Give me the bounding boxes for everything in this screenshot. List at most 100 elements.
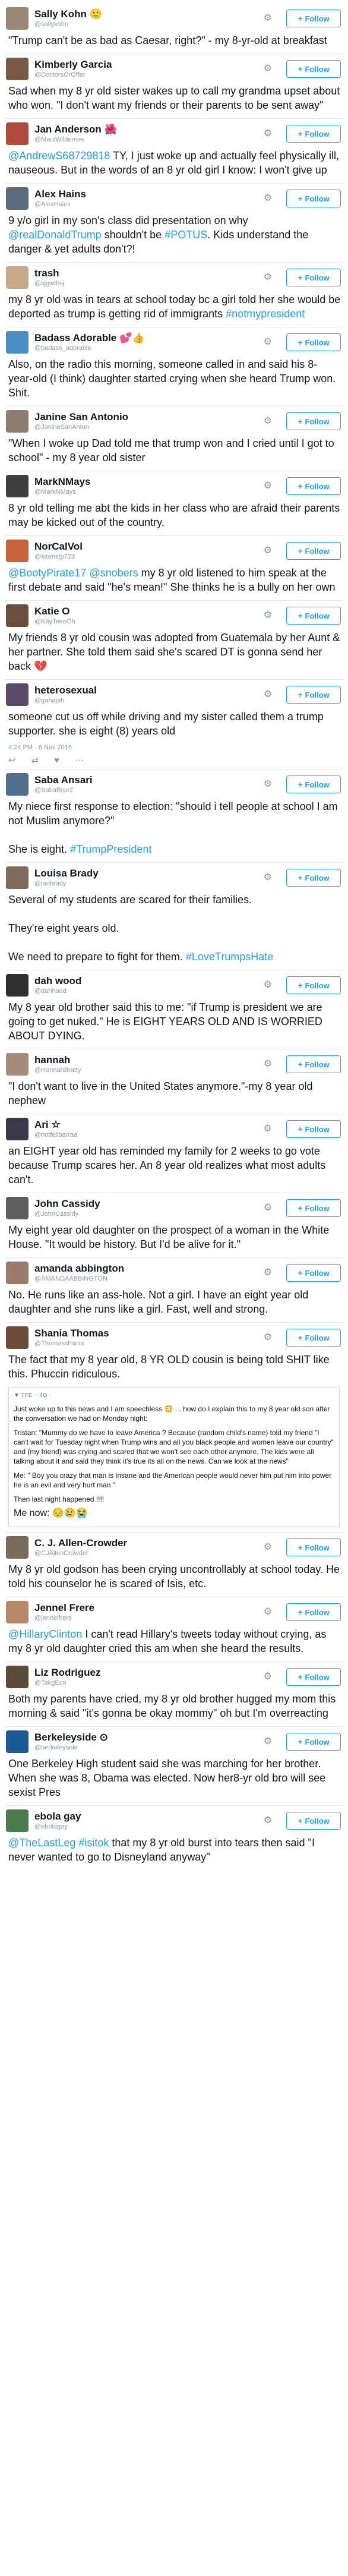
- follow-button[interactable]: + Follow: [286, 1264, 341, 1282]
- avatar[interactable]: [6, 683, 29, 706]
- mention-link[interactable]: @AndrewS68729818: [8, 150, 110, 162]
- avatar[interactable]: [6, 410, 29, 433]
- follow-button[interactable]: + Follow: [286, 976, 341, 994]
- gear-icon[interactable]: ⚙: [264, 1123, 272, 1134]
- avatar[interactable]: [6, 1601, 29, 1623]
- mention-link[interactable]: @TheLastLeg: [8, 1837, 75, 1849]
- mention-link[interactable]: @BootyPirate17: [8, 567, 86, 579]
- avatar[interactable]: [6, 1809, 29, 1832]
- avatar[interactable]: [6, 187, 29, 210]
- follow-button[interactable]: + Follow: [286, 1812, 341, 1830]
- display-name[interactable]: amanda abbington: [34, 1263, 124, 1275]
- gear-icon[interactable]: ⚙: [264, 778, 272, 790]
- follow-button[interactable]: + Follow: [286, 607, 341, 625]
- user-handle[interactable]: @gahajah: [34, 696, 97, 705]
- reply-icon[interactable]: ↩: [8, 755, 16, 765]
- display-name[interactable]: Alex Hains: [34, 188, 86, 200]
- gear-icon[interactable]: ⚙: [264, 62, 272, 74]
- user-handle[interactable]: @berkeleyside: [34, 1743, 108, 1752]
- display-name[interactable]: John Cassidy: [34, 1198, 100, 1210]
- gear-icon[interactable]: ⚙: [264, 480, 272, 491]
- follow-button[interactable]: + Follow: [286, 869, 341, 887]
- avatar[interactable]: [6, 1666, 29, 1688]
- avatar[interactable]: [6, 1262, 29, 1284]
- gear-icon[interactable]: ⚙: [264, 609, 272, 621]
- display-name[interactable]: heterosexual: [34, 685, 97, 696]
- hashtag-link[interactable]: #notmypresident: [226, 308, 305, 320]
- avatar[interactable]: [6, 58, 29, 80]
- hashtag-link[interactable]: #POTUS: [164, 229, 207, 241]
- display-name[interactable]: trash: [34, 267, 64, 279]
- avatar[interactable]: [6, 604, 29, 627]
- mention-link[interactable]: @HillaryClinton: [8, 1628, 82, 1640]
- display-name[interactable]: C. J. Allen-Crowder: [34, 1537, 127, 1549]
- display-name[interactable]: Katie O: [34, 606, 75, 617]
- hashtag-link[interactable]: #TrumpPresident: [70, 843, 151, 855]
- mention-link[interactable]: @snobers: [89, 567, 138, 579]
- avatar[interactable]: [6, 331, 29, 354]
- user-handle[interactable]: @MarkNMays: [34, 488, 91, 496]
- gear-icon[interactable]: ⚙: [264, 1331, 272, 1343]
- follow-button[interactable]: + Follow: [286, 1668, 341, 1686]
- gear-icon[interactable]: ⚙: [264, 127, 272, 139]
- user-handle[interactable]: @notfellbarraa: [34, 1131, 77, 1139]
- avatar[interactable]: [6, 122, 29, 145]
- display-name[interactable]: Ari ☆: [34, 1119, 77, 1131]
- user-handle[interactable]: @sjgwthsj: [34, 279, 64, 288]
- avatar[interactable]: [6, 773, 29, 796]
- more-icon[interactable]: ⋯: [75, 755, 84, 765]
- gear-icon[interactable]: ⚙: [264, 1058, 272, 1070]
- avatar[interactable]: [6, 1197, 29, 1219]
- display-name[interactable]: Liz Rodriguez: [34, 1667, 100, 1679]
- gear-icon[interactable]: ⚙: [264, 688, 272, 700]
- avatar[interactable]: [6, 1536, 29, 1559]
- follow-button[interactable]: + Follow: [286, 10, 341, 27]
- avatar[interactable]: [6, 1730, 29, 1753]
- avatar[interactable]: [6, 974, 29, 997]
- display-name[interactable]: Berkeleyside ⊙: [34, 1732, 108, 1743]
- mention-link[interactable]: #isitok: [78, 1837, 109, 1849]
- follow-button[interactable]: + Follow: [286, 542, 341, 560]
- gear-icon[interactable]: ⚙: [264, 192, 272, 204]
- follow-button[interactable]: + Follow: [286, 1603, 341, 1621]
- user-handle[interactable]: @sirenstp723: [34, 553, 83, 561]
- display-name[interactable]: NorCalVol: [34, 541, 83, 553]
- avatar[interactable]: [6, 540, 29, 562]
- display-name[interactable]: Badass Adorable 💕👍: [34, 332, 144, 344]
- gear-icon[interactable]: ⚙: [264, 1814, 272, 1826]
- gear-icon[interactable]: ⚙: [264, 1735, 272, 1747]
- gear-icon[interactable]: ⚙: [264, 1670, 272, 1682]
- follow-button[interactable]: + Follow: [286, 686, 341, 704]
- user-handle[interactable]: @jennelfrere: [34, 1614, 94, 1622]
- display-name[interactable]: hannah: [34, 1054, 81, 1066]
- display-name[interactable]: MarkNMays: [34, 476, 91, 488]
- user-handle[interactable]: @sallykohn: [34, 20, 102, 29]
- user-handle[interactable]: @SabaRise2: [34, 786, 93, 794]
- user-handle[interactable]: @KayTeeeOh: [34, 617, 75, 626]
- gear-icon[interactable]: ⚙: [264, 979, 272, 991]
- user-handle[interactable]: @ladbrady: [34, 879, 99, 888]
- user-handle[interactable]: @badass_adorable: [34, 344, 144, 352]
- hashtag-link[interactable]: #LoveTrumpsHate: [186, 951, 273, 963]
- gear-icon[interactable]: ⚙: [264, 271, 272, 283]
- retweet-icon[interactable]: ⇄: [31, 755, 39, 765]
- user-handle[interactable]: @CJAllenCrowder: [34, 1549, 127, 1557]
- follow-button[interactable]: + Follow: [286, 1733, 341, 1751]
- avatar[interactable]: [6, 1326, 29, 1349]
- display-name[interactable]: Sally Kohn 🙂: [34, 8, 102, 20]
- follow-button[interactable]: + Follow: [286, 190, 341, 207]
- display-name[interactable]: Jan Anderson 🌺: [34, 124, 117, 135]
- user-handle[interactable]: @DoctorsOrOffer: [34, 71, 112, 79]
- user-handle[interactable]: @dahhood: [34, 987, 81, 995]
- follow-button[interactable]: + Follow: [286, 1538, 341, 1556]
- user-handle[interactable]: @AMANDAABBINGTON: [34, 1275, 124, 1283]
- like-icon[interactable]: ♥: [54, 755, 59, 765]
- display-name[interactable]: Louisa Brady: [34, 868, 99, 879]
- display-name[interactable]: ebola gay: [34, 1811, 81, 1823]
- display-name[interactable]: dah wood: [34, 975, 81, 987]
- gear-icon[interactable]: ⚙: [264, 1606, 272, 1618]
- gear-icon[interactable]: ⚙: [264, 544, 272, 556]
- gear-icon[interactable]: ⚙: [264, 12, 272, 24]
- user-handle[interactable]: @JohnCassidy: [34, 1210, 100, 1218]
- user-handle[interactable]: @JanineSanAnton: [34, 423, 128, 431]
